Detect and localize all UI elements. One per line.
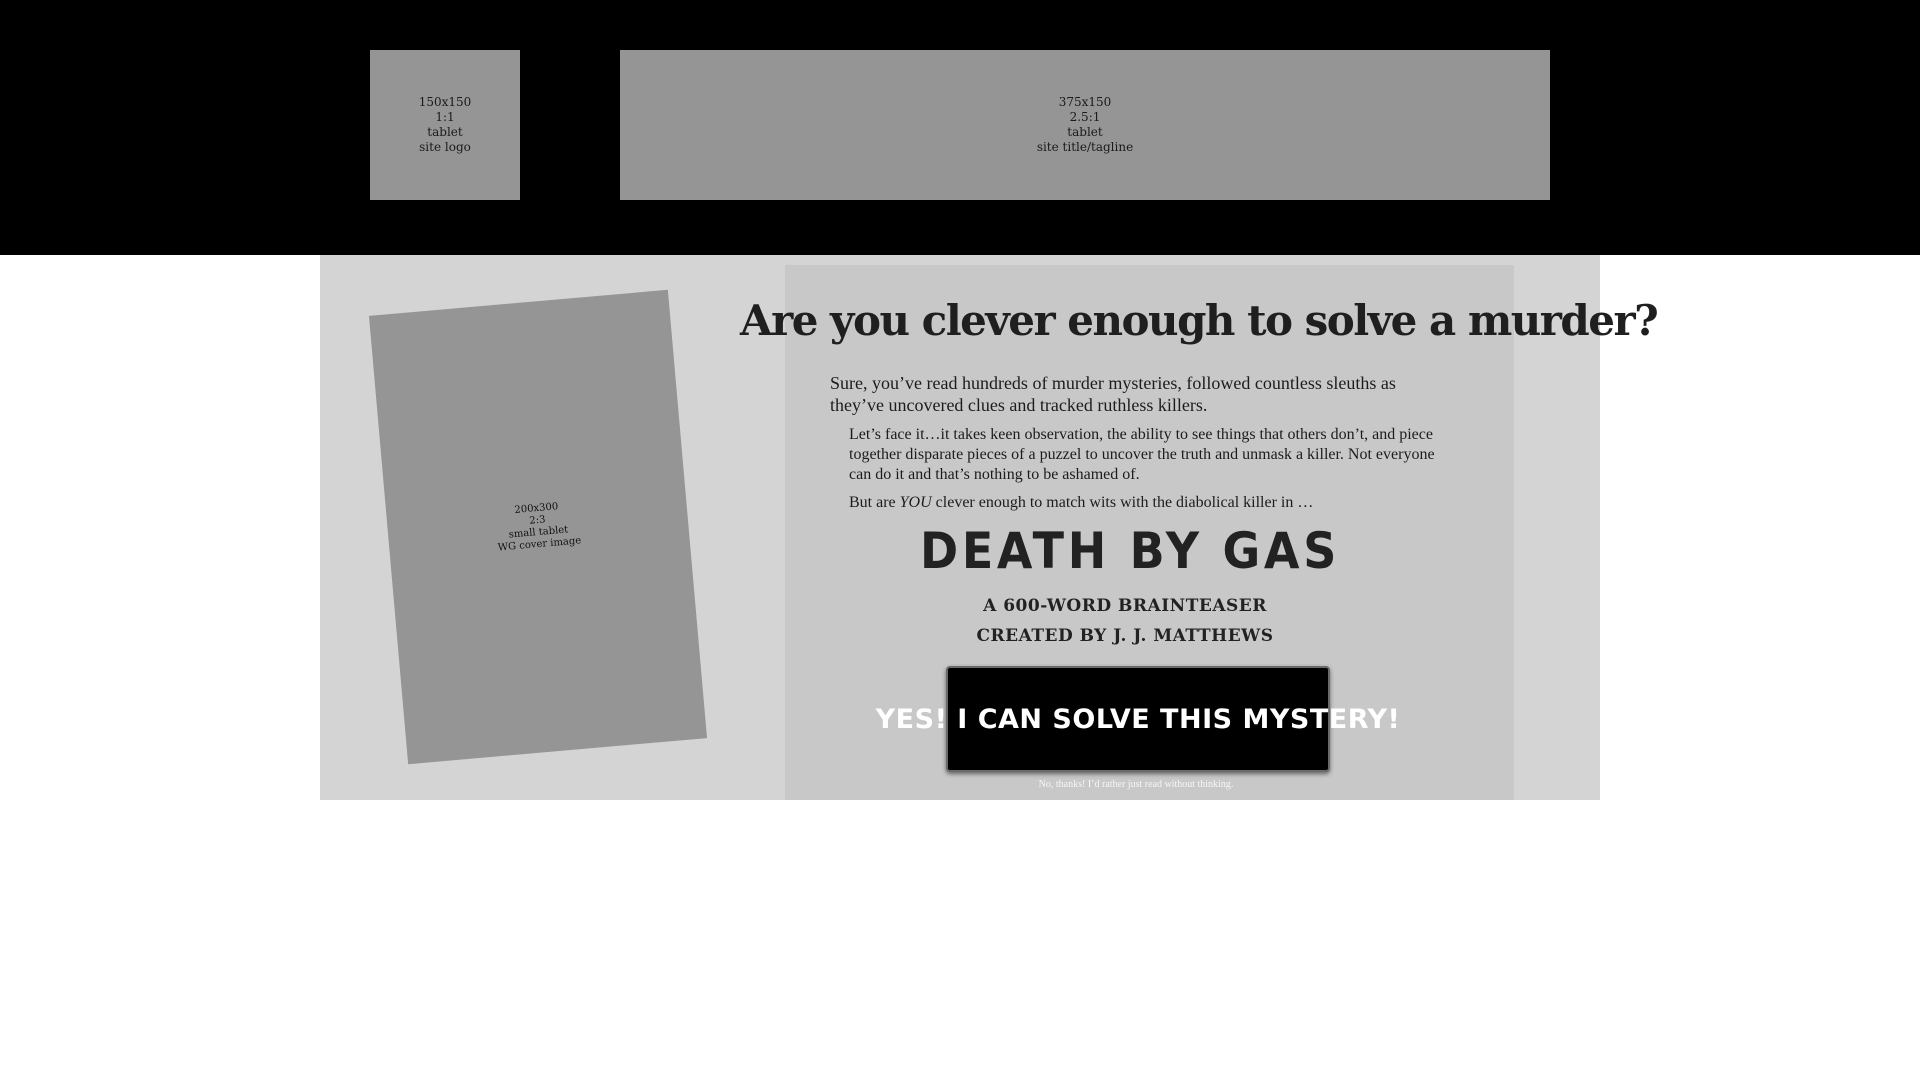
placeholder-text: 150x150 1:1 tablet site logo	[419, 95, 472, 155]
challenge-text-start: But are	[849, 494, 900, 511]
placeholder-device: tablet	[427, 125, 463, 139]
placeholder-device: tablet	[1067, 125, 1103, 139]
placeholder-ratio: 2.5:1	[1069, 110, 1101, 124]
book-subtitle: A 600-word brainteaser	[983, 596, 1267, 616]
body-paragraph: Let’s face it…it takes keen observation,…	[849, 426, 1435, 483]
placeholder-size: 150x150	[418, 95, 472, 109]
site-logo-placeholder[interactable]: 150x150 1:1 tablet site logo	[370, 50, 520, 200]
page-headline: Are you clever enough to solve a murder?	[740, 296, 1659, 345]
placeholder-purpose: site title/tagline	[1036, 140, 1134, 154]
placeholder-size: 375x150	[1058, 95, 1112, 109]
challenge-text-end: clever enough to match wits with the dia…	[931, 494, 1314, 511]
placeholder-purpose: site logo	[419, 140, 471, 154]
solve-mystery-button[interactable]: YES! I CAN SOLVE THIS MYSTERY!	[876, 666, 1400, 772]
intro-paragraph: Sure, you’ve read hundreds of murder mys…	[830, 373, 1396, 415]
landing-page: 150x150 1:1 tablet site logo 375x150 2.5…	[0, 0, 1920, 1080]
placeholder-ratio: 1:1	[435, 110, 455, 124]
challenge-paragraph: But are YOU clever enough to match wits …	[849, 493, 1459, 513]
site-title-placeholder[interactable]: 375x150 2.5:1 tablet site title/tagline	[620, 50, 1550, 200]
site-header: 150x150 1:1 tablet site logo 375x150 2.5…	[0, 0, 1920, 255]
decline-link[interactable]: No, thanks! I’d rather just read without…	[986, 779, 1286, 790]
book-author: created by J. J. Matthews	[976, 626, 1274, 646]
placeholder-text: 200x300 2:3 small tablet WG cover image	[494, 499, 581, 554]
solve-mystery-button-label: YES! I CAN SOLVE THIS MYSTERY!	[875, 703, 1401, 735]
placeholder-text: 375x150 2.5:1 tablet site title/tagline	[1037, 95, 1133, 155]
challenge-emphasis: YOU	[899, 494, 932, 511]
book-cover-placeholder: 200x300 2:3 small tablet WG cover image	[368, 289, 708, 765]
book-title: DEATH BY GAS	[919, 522, 1341, 580]
